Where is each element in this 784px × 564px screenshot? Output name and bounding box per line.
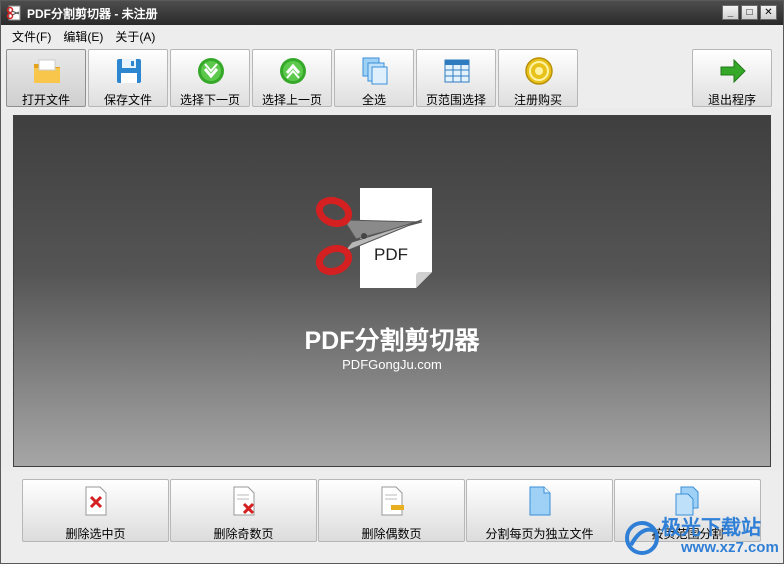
- maximize-button[interactable]: □: [741, 5, 758, 20]
- register-buy-label: 注册购买: [513, 93, 562, 107]
- select-next-page-label: 选择下一页: [179, 93, 240, 107]
- pdf-scissors-logo-icon: PDF: [315, 188, 432, 288]
- window-title: PDF分割剪切器 - 未注册: [27, 7, 158, 21]
- page-range-icon: [444, 59, 470, 83]
- toolbar: 打开文件 保存文件 选择下一页 选择上一页 全选 页范围选择 注册购买 退出程序: [1, 46, 783, 108]
- delete-page-icon: [85, 486, 107, 516]
- app-window: PDF分割剪切器 - 未注册 _ □ ✕ 文件(F) 编辑(E) 关于(A) 打…: [0, 0, 784, 564]
- delete-even-pages-label: 删除偶数页: [361, 527, 422, 541]
- open-file-button[interactable]: 打开文件: [6, 49, 86, 107]
- delete-selected-page-button[interactable]: 删除选中页: [22, 479, 169, 542]
- menu-edit[interactable]: 编辑(E): [57, 25, 109, 46]
- floppy-icon: [117, 59, 141, 83]
- watermark-url: www.xz7.com: [681, 539, 779, 556]
- menu-file[interactable]: 文件(F): [6, 25, 57, 46]
- select-prev-page-button[interactable]: 选择上一页: [252, 49, 332, 107]
- page-range-select-label: 页范围选择: [425, 93, 486, 107]
- app-name-heading: PDF分割剪切器: [304, 327, 480, 355]
- coin-icon: [525, 57, 553, 85]
- save-file-button[interactable]: 保存文件: [88, 49, 168, 107]
- split-each-page-label: 分割每页为独立文件: [485, 527, 594, 541]
- title-bar[interactable]: PDF分割剪切器 - 未注册 _ □ ✕: [1, 1, 783, 25]
- exit-label: 退出程序: [707, 93, 756, 107]
- arrow-up-circle-icon: [280, 58, 306, 84]
- page-range-select-button[interactable]: 页范围选择: [416, 49, 496, 107]
- app-website-text: PDFGongJu.com: [342, 357, 442, 372]
- delete-selected-page-label: 删除选中页: [65, 527, 126, 541]
- site-watermark: 极光下载站 www.xz7.com: [623, 511, 783, 563]
- select-all-button[interactable]: 全选: [334, 49, 414, 107]
- folder-icon: [34, 59, 60, 83]
- exit-arrow-icon: [720, 58, 746, 84]
- split-each-page-button[interactable]: 分割每页为独立文件: [466, 479, 613, 542]
- save-file-label: 保存文件: [103, 93, 152, 107]
- menu-about[interactable]: 关于(A): [109, 25, 161, 46]
- delete-odd-icon: [233, 486, 255, 516]
- select-prev-page-label: 选择上一页: [261, 93, 322, 107]
- exit-button[interactable]: 退出程序: [692, 49, 772, 107]
- arrow-down-circle-icon: [198, 58, 224, 84]
- delete-even-pages-button[interactable]: 删除偶数页: [318, 479, 465, 542]
- open-file-label: 打开文件: [21, 93, 70, 107]
- minimize-button[interactable]: _: [722, 5, 739, 20]
- select-next-page-button[interactable]: 选择下一页: [170, 49, 250, 107]
- watermark-text: 极光下载站: [661, 517, 761, 539]
- register-buy-button[interactable]: 注册购买: [498, 49, 578, 107]
- close-button[interactable]: ✕: [760, 5, 777, 20]
- split-page-icon: [529, 486, 551, 516]
- logo-pdf-text: PDF: [374, 245, 408, 264]
- delete-odd-pages-button[interactable]: 删除奇数页: [170, 479, 317, 542]
- document-view-area[interactable]: PDF PDF分割剪切器 PDFGongJu.com: [13, 115, 771, 467]
- watermark-logo-icon: [625, 521, 659, 555]
- delete-even-icon: [381, 486, 404, 516]
- delete-odd-pages-label: 删除奇数页: [213, 527, 274, 541]
- pages-stack-icon: [362, 57, 388, 85]
- menu-bar: 文件(F) 编辑(E) 关于(A): [1, 25, 783, 46]
- select-all-label: 全选: [361, 93, 386, 107]
- app-scissors-icon: [6, 5, 21, 21]
